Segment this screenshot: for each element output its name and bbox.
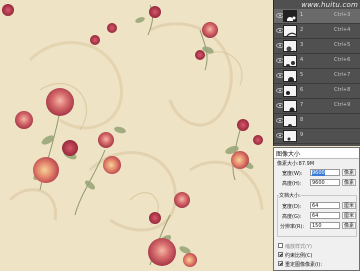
channel-name: 3 — [300, 42, 304, 48]
channel-name: 4 — [300, 57, 304, 63]
resolution-label: 分辨率(R): — [280, 224, 305, 230]
constrain-proportions-label: 约束比例(C) — [285, 253, 313, 259]
channel-row[interactable]: 8 — [274, 114, 360, 129]
floral-wallpaper-image — [0, 0, 273, 271]
resample-checkbox[interactable] — [278, 261, 283, 266]
channel-shortcut: Ctrl+3 — [334, 12, 351, 18]
channel-row[interactable]: 4 Ctrl+6 — [274, 54, 360, 69]
channel-name: 2 — [300, 27, 304, 33]
channel-shortcut: Ctrl+9 — [334, 102, 351, 108]
channel-name: 7 — [300, 102, 304, 108]
pixel-size-label: 像素大小:87.9M — [277, 161, 315, 167]
channel-thumbnail — [283, 55, 297, 67]
channel-thumbnail — [283, 115, 297, 127]
channel-shortcut: Ctrl+4 — [334, 27, 351, 33]
watermark-text: www.huitu.com — [301, 1, 358, 9]
scale-styles-checkbox[interactable] — [278, 243, 283, 248]
channel-row[interactable]: 2 Ctrl+4 — [274, 24, 360, 39]
channel-shortcut: Ctrl+6 — [334, 57, 351, 63]
height-input[interactable]: 9600 — [310, 179, 340, 186]
channel-shortcut: Ctrl+5 — [334, 42, 351, 48]
image-size-dialog: 图像大小 像素大小:87.9M 宽度(W): 9600 像素 高度(H): 96… — [273, 147, 360, 271]
channel-name: 8 — [300, 117, 304, 123]
resolution-input[interactable]: 150 — [310, 222, 340, 229]
doc-width-input[interactable]: 64 — [310, 202, 340, 209]
scale-styles-label: 缩放样式(Y) — [285, 244, 312, 250]
doc-width-label: 宽度(D): — [282, 204, 302, 210]
channel-row[interactable]: 5 Ctrl+7 — [274, 69, 360, 84]
height-unit-select[interactable]: 像素 — [342, 179, 356, 186]
width-value: 9600 — [312, 170, 325, 176]
document-size-label: 文档大小: — [279, 192, 301, 199]
channel-name: 9 — [300, 132, 304, 138]
channel-shortcut: Ctrl+8 — [334, 87, 351, 93]
doc-height-label: 高度(G): — [282, 214, 302, 220]
channel-row[interactable]: 3 Ctrl+5 — [274, 39, 360, 54]
width-input[interactable]: 9600 — [310, 169, 340, 176]
channel-thumbnail — [283, 85, 297, 97]
document-canvas[interactable] — [0, 0, 273, 271]
channel-row[interactable]: 7 Ctrl+9 — [274, 99, 360, 114]
channel-thumbnail — [283, 100, 297, 112]
channel-thumbnail — [283, 70, 297, 82]
doc-height-input[interactable]: 64 — [310, 212, 340, 219]
channel-row[interactable]: 1 Ctrl+3 — [274, 9, 360, 24]
channels-panel: www.huitu.com 1 Ctrl+3 2 Ctrl+4 3 Ctrl+5… — [273, 0, 360, 146]
channel-thumbnail — [283, 130, 297, 142]
channel-thumbnail — [283, 25, 297, 37]
channel-shortcut: Ctrl+7 — [334, 72, 351, 78]
channel-row[interactable]: 6 Ctrl+8 — [274, 84, 360, 99]
channel-name: 1 — [300, 12, 304, 18]
channel-row[interactable]: 9 — [274, 129, 360, 144]
doc-height-unit-select[interactable]: 厘米 — [342, 212, 356, 219]
resample-label: 重定图像像素(I): — [285, 262, 323, 268]
width-label: 宽度(W): — [282, 171, 303, 177]
constrain-proportions-checkbox[interactable] — [278, 252, 283, 257]
channel-thumbnail — [283, 40, 297, 52]
channel-thumbnail — [283, 10, 297, 22]
doc-width-unit-select[interactable]: 厘米 — [342, 202, 356, 209]
width-unit-select[interactable]: 像素 — [342, 169, 356, 176]
resolution-unit-select[interactable]: 像素 — [342, 222, 356, 229]
dialog-title-bar[interactable]: 图像大小 — [274, 148, 359, 159]
channel-name: 6 — [300, 87, 304, 93]
height-label: 高度(H): — [282, 181, 302, 187]
channel-name: 5 — [300, 72, 304, 78]
dialog-title: 图像大小 — [276, 151, 301, 158]
